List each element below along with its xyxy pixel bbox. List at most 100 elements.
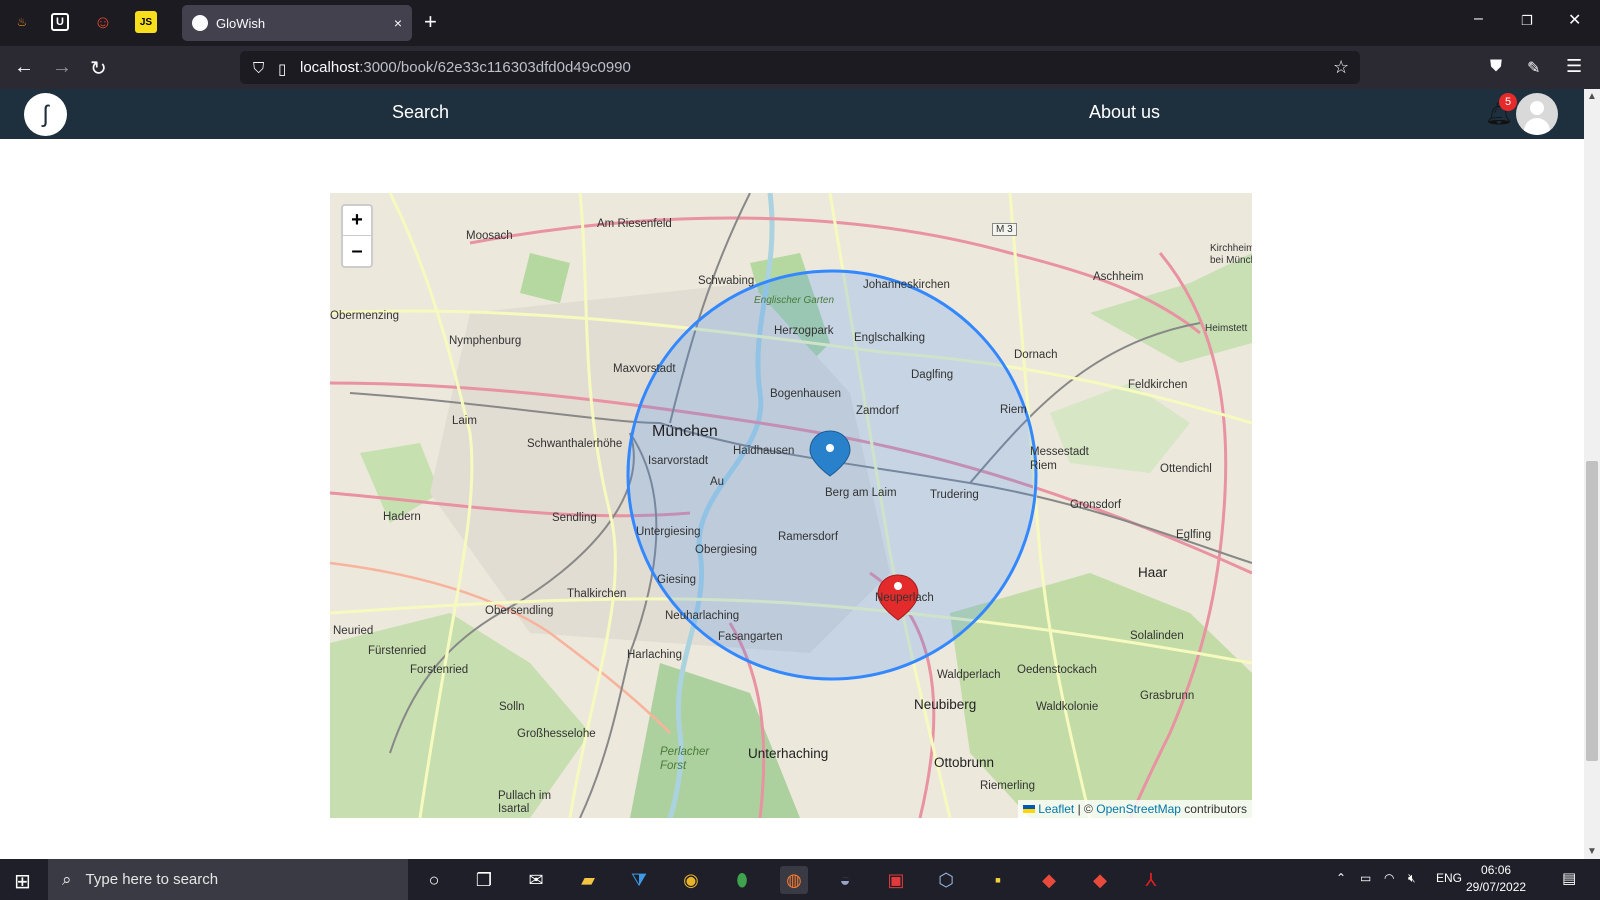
mongodb-icon[interactable]: ⬮	[728, 866, 756, 894]
nav-about-link[interactable]: About us	[1089, 102, 1160, 123]
action-center-icon[interactable]: ▤	[1562, 869, 1576, 887]
place-label: Forstenried	[410, 664, 469, 676]
reload-icon[interactable]: ↻	[90, 56, 107, 81]
place-label: Ottobrunn	[934, 755, 995, 770]
sticky-notes-icon[interactable]: ▪	[984, 866, 1012, 894]
osm-link[interactable]: OpenStreetMap	[1096, 802, 1181, 816]
shield-icon[interactable]: ⛉	[253, 60, 264, 77]
place-label: Neuried	[333, 625, 374, 637]
tab-glowish[interactable]: GloWish ×	[182, 5, 412, 41]
close-tab-icon[interactable]: ×	[394, 15, 402, 31]
place-label: Obersendling	[485, 605, 554, 617]
place-label: Solalinden	[1130, 630, 1184, 642]
smiley-icon[interactable]: ☺	[92, 11, 114, 33]
scroll-down-icon[interactable]: ▼	[1587, 846, 1597, 857]
firefox-icon[interactable]: ◍	[780, 866, 808, 894]
place-label: Herzogpark	[774, 325, 834, 337]
place-label: Englschalking	[854, 332, 925, 344]
place-label: Giesing	[657, 574, 696, 586]
map-container[interactable]: Am Riesenfeld Moosach Schwabing Johannes…	[330, 193, 1252, 818]
place-label: Haar	[1138, 565, 1168, 580]
clock[interactable]: 06:06 29/07/2022	[1466, 862, 1526, 896]
bookmark-star-icon[interactable]: ☆	[1333, 57, 1349, 78]
url-host: localhost	[300, 59, 360, 76]
vscode-icon[interactable]: ⧩	[625, 866, 653, 894]
glowish-logo[interactable]: ʃ	[24, 93, 67, 136]
place-label: Grasbrunn	[1140, 690, 1195, 702]
zoom-in-button[interactable]: +	[343, 206, 371, 236]
ublock-icon[interactable]: U	[51, 13, 69, 31]
extension-pen-icon[interactable]: ✎	[1527, 58, 1540, 78]
place-label: Solln	[499, 701, 525, 713]
chrome-icon[interactable]: ◉	[677, 866, 705, 894]
menu-icon[interactable]: ☰	[1566, 56, 1582, 77]
place-label: Aschheim	[1093, 271, 1144, 283]
forward-arrow-icon[interactable]: →	[52, 56, 72, 79]
place-label: Riem	[1000, 404, 1027, 416]
mail-icon[interactable]: ✉	[522, 866, 550, 894]
virtualbox-icon[interactable]: ⬡	[932, 866, 960, 894]
restore-button[interactable]: ❐	[1521, 13, 1533, 29]
js-icon[interactable]: JS	[135, 11, 157, 33]
leaflet-link[interactable]: Leaflet	[1038, 802, 1074, 816]
browser-nav-bar: ← → ↻ ⛉ ▯ localhost:3000/book/62e33c1163…	[0, 46, 1600, 89]
new-tab-button[interactable]: +	[424, 9, 437, 35]
language-indicator[interactable]: ENG	[1436, 871, 1462, 885]
place-label-muenchen: München	[652, 423, 718, 440]
url-path: :3000/book/62e33c116303dfd0d49c0990	[359, 59, 631, 76]
battery-icon[interactable]: ▭	[1360, 871, 1371, 885]
place-label: Dornach	[1014, 349, 1058, 361]
clock-time: 06:06	[1481, 863, 1512, 877]
ukraine-flag-icon	[1023, 805, 1036, 813]
page-icon[interactable]: ▯	[278, 60, 286, 78]
place-label: Neuperlach	[875, 592, 934, 604]
nav-search-link[interactable]: Search	[392, 102, 449, 123]
wifi-icon[interactable]: ◠	[1384, 871, 1394, 885]
motorway-shield: M 3	[992, 223, 1017, 236]
minimize-button[interactable]: –	[1474, 10, 1483, 28]
clock-date: 29/07/2022	[1466, 880, 1527, 894]
acrobat-icon[interactable]: ⅄	[1137, 866, 1165, 894]
windows-taskbar: ⊞ ⌕ Type here to search ○ ❐ ✉ ▰ ⧩ ◉ ⬮ ◍ …	[0, 859, 1600, 900]
attribution-suffix: contributors	[1184, 802, 1247, 816]
place-label: Ottendichl	[1160, 463, 1212, 475]
place-label: Maxvorstadt	[613, 363, 676, 375]
place-label: Eglfing	[1176, 529, 1212, 541]
eclipse-icon[interactable]: ◒	[831, 866, 859, 894]
url-bar[interactable]: ⛉ ▯ localhost:3000/book/62e33c116303dfd0…	[240, 51, 1360, 84]
place-label: Am Riesenfeld	[597, 218, 672, 230]
git-client-icon[interactable]: ◆	[1035, 866, 1063, 894]
cortana-icon[interactable]: ○	[420, 866, 448, 894]
scrollbar-thumb[interactable]	[1586, 461, 1598, 761]
place-label: Großhesselohe	[517, 728, 596, 740]
place-label: Neuharlaching	[665, 610, 740, 622]
place-label: Au	[710, 476, 725, 488]
taskbar-search-placeholder: Type here to search	[85, 871, 219, 888]
place-label: Obermenzing	[330, 310, 400, 322]
windows-start-icon[interactable]: ⊞	[14, 869, 31, 894]
screen-recorder-icon[interactable]: ▣	[882, 866, 910, 894]
place-label: Messestadt Riem	[1030, 446, 1089, 472]
taskbar-search-box[interactable]: ⌕ Type here to search	[48, 859, 408, 900]
avatar[interactable]	[1516, 93, 1558, 135]
place-label: Neubiberg	[914, 697, 977, 712]
place-label: Waldperlach	[937, 669, 1001, 681]
scroll-up-icon[interactable]: ▲	[1587, 91, 1597, 102]
pocket-icon[interactable]: ⛊	[1490, 58, 1502, 76]
page-scrollbar[interactable]: ▲ ▼	[1584, 89, 1600, 859]
place-label: Laim	[452, 415, 477, 427]
tray-chevron-icon[interactable]: ⌃	[1336, 871, 1346, 885]
task-view-icon[interactable]: ❐	[470, 866, 498, 894]
place-label: Ramersdorf	[778, 531, 839, 543]
browser-tab-bar: ♨ U ☺ JS GloWish × + – ❐ ✕	[0, 0, 1600, 46]
file-explorer-icon[interactable]: ▰	[574, 866, 602, 894]
place-label: Johanneskirchen	[863, 279, 950, 291]
back-arrow-icon[interactable]: ←	[14, 56, 34, 79]
git-client-icon-2[interactable]: ◆	[1086, 866, 1114, 894]
volume-muted-icon[interactable]: 🔇︎	[1408, 871, 1416, 886]
close-window-button[interactable]: ✕	[1568, 10, 1581, 30]
place-label: Isarvorstadt	[648, 455, 709, 467]
zoom-out-button[interactable]: –	[343, 236, 371, 266]
java-icon[interactable]: ♨	[11, 11, 33, 33]
place-label: Zamdorf	[856, 405, 899, 417]
